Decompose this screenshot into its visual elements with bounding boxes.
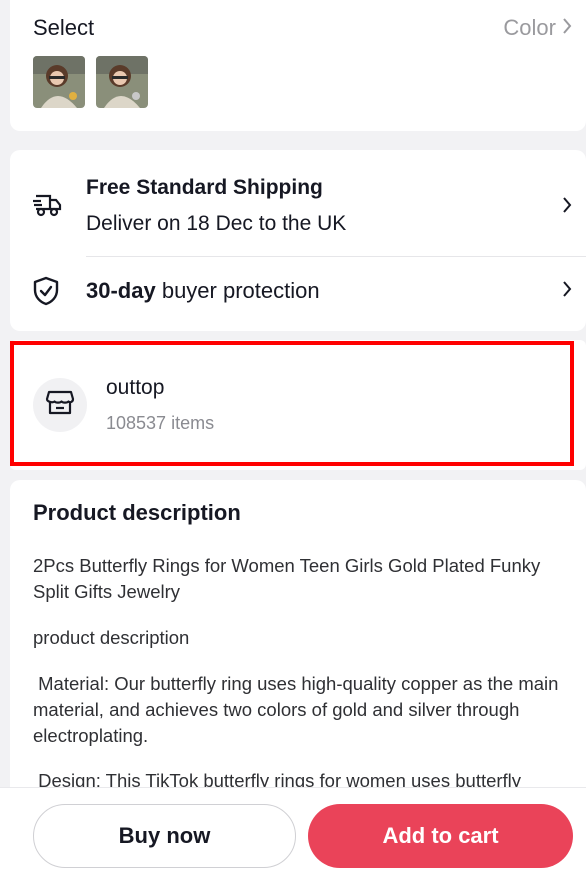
buyer-protection-row[interactable]: 30-day buyer protection: [10, 260, 586, 320]
variant-thumbnail[interactable]: [33, 56, 85, 108]
chevron-right-icon: [562, 194, 572, 220]
description-paragraph: 2Pcs Butterfly Rings for Women Teen Girl…: [33, 555, 541, 602]
divider: [86, 256, 586, 257]
shield-check-icon: [32, 276, 60, 311]
bottom-action-bar: Buy now Add to cart: [0, 787, 586, 887]
description-title: Product description: [33, 500, 241, 525]
description-paragraph: Material: Our butterfly ring uses high-q…: [33, 673, 564, 746]
shop-avatar: [33, 378, 87, 432]
shipping-subtitle: Deliver on 18 Dec to the UK: [86, 212, 347, 235]
add-to-cart-button[interactable]: Add to cart: [308, 804, 573, 868]
chevron-right-icon: [562, 278, 572, 304]
select-title: Select: [33, 15, 95, 40]
protection-days: 30-day: [86, 278, 156, 303]
description-paragraph: product description: [33, 627, 190, 648]
variant-select-card[interactable]: Select Color: [10, 0, 586, 131]
shipping-row[interactable]: Free Standard Shipping Deliver on 18 Dec…: [10, 168, 586, 253]
shop-card[interactable]: outtop 108537 items: [10, 340, 586, 470]
buy-now-button[interactable]: Buy now: [33, 804, 296, 868]
shop-item-count: 108537 items: [106, 413, 215, 433]
select-color-label: Color: [503, 15, 556, 40]
buyer-protection-text: 30-day buyer protection: [86, 278, 320, 304]
shipping-title: Free Standard Shipping: [86, 176, 323, 199]
select-color-link[interactable]: Color: [503, 15, 572, 41]
shipping-protection-card: Free Standard Shipping Deliver on 18 Dec…: [10, 150, 586, 331]
protection-label: buyer protection: [155, 278, 320, 303]
delivery-truck-icon: [32, 192, 62, 223]
store-icon: [45, 389, 75, 422]
shop-name: outtop: [106, 376, 165, 399]
variant-thumbnail[interactable]: [96, 56, 148, 108]
chevron-right-icon: [562, 15, 572, 41]
